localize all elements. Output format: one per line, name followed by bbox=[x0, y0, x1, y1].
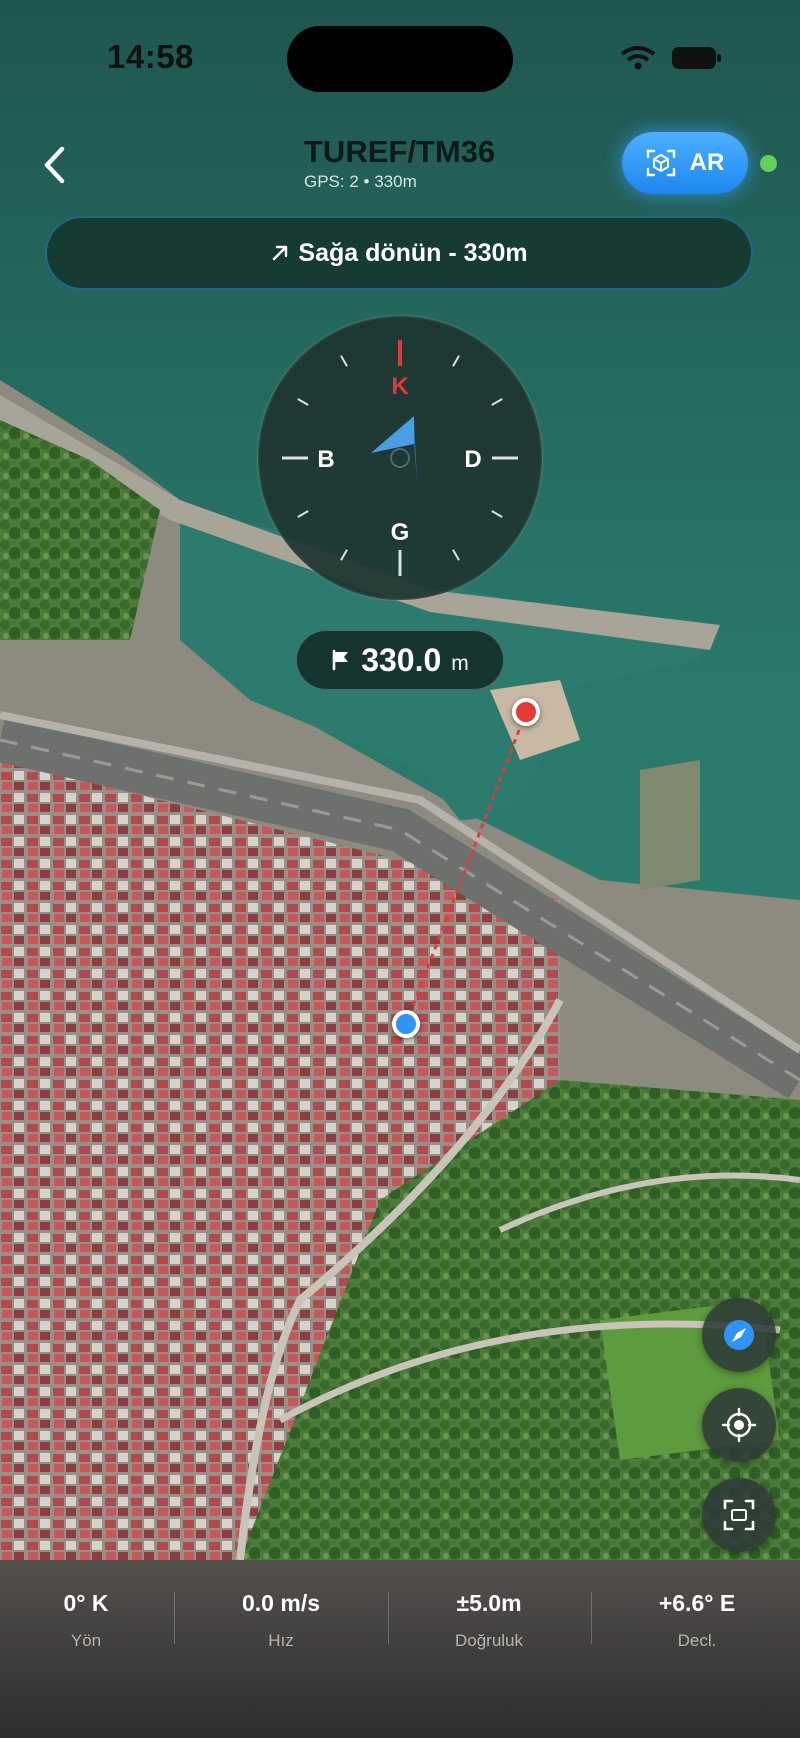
stat-accuracy: ±5.0m Doğruluk bbox=[389, 1590, 589, 1651]
stat-speed-label: Hız bbox=[268, 1631, 294, 1650]
dynamic-island bbox=[287, 26, 513, 92]
compass-south-label: G bbox=[391, 519, 410, 546]
gps-subtitle: GPS: 2 • 330m bbox=[304, 172, 417, 191]
ar-button[interactable]: AR bbox=[622, 132, 748, 194]
back-chevron-icon bbox=[44, 146, 65, 184]
stat-declination-label: Decl. bbox=[677, 1631, 717, 1650]
battery-icon bbox=[672, 47, 721, 69]
distance-value: 330.0 bbox=[361, 641, 442, 678]
flag-icon bbox=[332, 649, 349, 671]
arrow-up-right-icon bbox=[273, 245, 288, 261]
page-title: TUREF/TM36 bbox=[304, 134, 496, 169]
ar-button-label: AR bbox=[689, 149, 725, 176]
target-marker[interactable] bbox=[512, 698, 540, 726]
navigation-instruction-text: Sağa dönün - 330m bbox=[298, 238, 528, 267]
stat-declination: +6.6° E Decl. bbox=[597, 1590, 797, 1651]
locate-icon bbox=[721, 1407, 757, 1443]
stat-accuracy-value: ±5.0m bbox=[456, 1590, 522, 1616]
stat-speed: 0.0 m/s Hız bbox=[181, 1590, 381, 1651]
stat-accuracy-label: Doğruluk bbox=[454, 1631, 524, 1650]
fit-route-button[interactable] bbox=[702, 1478, 776, 1552]
back-button[interactable] bbox=[34, 140, 74, 190]
compass-mode-button[interactable] bbox=[702, 1298, 776, 1372]
connection-status-dot bbox=[760, 155, 777, 172]
navigation-instruction-banner: Sağa dönün - 330m bbox=[45, 216, 753, 290]
user-location-marker bbox=[392, 1010, 420, 1038]
stat-declination-value: +6.6° E bbox=[658, 1590, 736, 1616]
scan-frame-icon bbox=[723, 1499, 755, 1531]
status-time: 14:58 bbox=[107, 38, 194, 75]
stats-divider bbox=[174, 1592, 175, 1644]
status-icons bbox=[620, 44, 730, 74]
compass-east-label: D bbox=[464, 446, 481, 473]
stat-heading-label: Yön bbox=[70, 1631, 102, 1650]
compass-north-label: K bbox=[391, 373, 409, 400]
wifi-icon bbox=[620, 46, 656, 70]
ar-cube-icon bbox=[646, 149, 675, 177]
stat-speed-value: 0.0 m/s bbox=[242, 1590, 320, 1616]
compass-icon bbox=[724, 1320, 754, 1350]
distance-unit: m bbox=[451, 652, 469, 675]
compass-west-label: B bbox=[317, 446, 334, 473]
stat-heading-value: 0° K bbox=[63, 1590, 109, 1616]
stat-heading: 0° K Yön bbox=[0, 1590, 186, 1651]
stats-divider bbox=[591, 1592, 592, 1644]
locate-me-button[interactable] bbox=[702, 1388, 776, 1462]
distance-badge: 330.0 m bbox=[296, 630, 504, 690]
compass-dial: K G D B bbox=[256, 314, 544, 602]
